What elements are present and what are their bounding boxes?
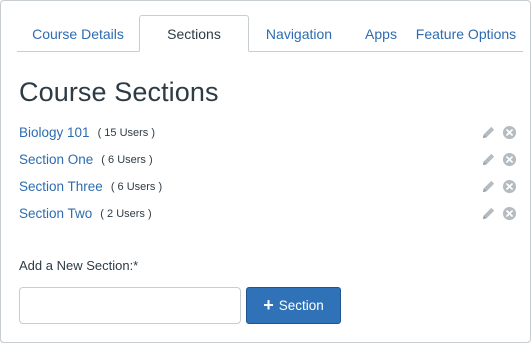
add-section-button-label: Section [278, 298, 324, 313]
section-row: Section One ( 6 Users ) [19, 146, 519, 173]
row-actions [481, 125, 517, 140]
tab-apps[interactable]: Apps [349, 16, 413, 51]
settings-tabs: Course Details Sections Navigation Apps … [17, 15, 523, 52]
user-count: ( 2 Users ) [100, 207, 152, 220]
pencil-icon[interactable] [481, 179, 496, 194]
pencil-icon[interactable] [481, 206, 496, 221]
page-title: Course Sections [19, 77, 219, 107]
section-list: Biology 101 ( 15 Users ) Section One ( 6… [19, 119, 519, 227]
remove-circle-icon[interactable] [502, 152, 517, 167]
section-row: Section Two ( 2 Users ) [19, 200, 519, 227]
add-section-label: Add a New Section:* [19, 258, 139, 273]
remove-circle-icon[interactable] [502, 206, 517, 221]
section-link[interactable]: Section Two [19, 206, 92, 221]
row-actions [481, 206, 517, 221]
row-actions [481, 152, 517, 167]
pencil-icon[interactable] [481, 152, 496, 167]
section-link[interactable]: Biology 101 [19, 125, 90, 140]
tab-navigation[interactable]: Navigation [249, 16, 349, 51]
add-section-button[interactable]: + Section [246, 287, 341, 324]
tab-course-details[interactable]: Course Details [17, 16, 139, 51]
section-link[interactable]: Section Three [19, 179, 103, 194]
remove-circle-icon[interactable] [502, 125, 517, 140]
pencil-icon[interactable] [481, 125, 496, 140]
row-actions [481, 179, 517, 194]
settings-panel: Course Details Sections Navigation Apps … [0, 0, 531, 343]
section-row: Biology 101 ( 15 Users ) [19, 119, 519, 146]
tab-feature-options[interactable]: Feature Options [413, 16, 519, 51]
tab-sections[interactable]: Sections [139, 15, 249, 52]
section-row: Section Three ( 6 Users ) [19, 173, 519, 200]
remove-circle-icon[interactable] [502, 179, 517, 194]
plus-icon: + [263, 294, 274, 315]
section-link[interactable]: Section One [19, 152, 93, 167]
user-count: ( 6 Users ) [110, 180, 163, 193]
user-count: ( 6 Users ) [101, 153, 153, 166]
section-name-input[interactable] [19, 287, 241, 324]
user-count: ( 15 Users ) [97, 126, 156, 139]
